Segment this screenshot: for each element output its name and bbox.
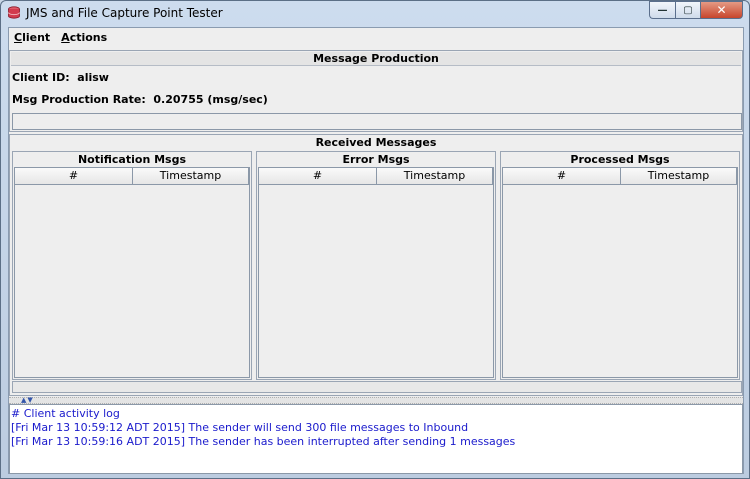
production-rate-label: Msg Production Rate: [12, 93, 146, 106]
collapse-arrows-icon[interactable]: ▲▼ [21, 396, 34, 404]
maximize-button[interactable]: ▢ [675, 1, 700, 19]
column-header-number[interactable]: # [503, 168, 621, 185]
message-production-header: Message Production [11, 52, 741, 66]
activity-log[interactable]: # Client activity log [Fri Mar 13 10:59:… [9, 404, 743, 474]
menu-client-mnemonic: C [14, 31, 23, 44]
error-msgs-title: Error Msgs [342, 153, 410, 166]
processed-msgs-panel: Processed Msgs # Timestamp [500, 151, 740, 380]
processed-msgs-title: Processed Msgs [570, 153, 670, 166]
column-header-number[interactable]: # [15, 168, 133, 185]
menu-actions[interactable]: Actions [56, 28, 113, 48]
minimize-button[interactable]: — [649, 1, 675, 19]
app-window: JMS and File Capture Point Tester — ▢ ✕ … [0, 0, 750, 479]
notification-msgs-table[interactable]: # Timestamp [14, 167, 250, 378]
log-line: [Fri Mar 13 10:59:12 ADT 2015] The sende… [11, 421, 469, 434]
menu-client[interactable]: Client [9, 28, 56, 48]
column-header-timestamp[interactable]: Timestamp [621, 168, 737, 185]
menu-bar: Client Actions [9, 28, 743, 48]
notification-msgs-title: Notification Msgs [77, 153, 187, 166]
horizontal-scrollbar[interactable] [12, 381, 742, 393]
client-id-value: alisw [77, 71, 109, 84]
window-title: JMS and File Capture Point Tester [26, 6, 223, 20]
window-controls: — ▢ ✕ [649, 1, 743, 20]
error-msgs-table[interactable]: # Timestamp [258, 167, 494, 378]
close-icon: ✕ [716, 3, 727, 17]
maximize-icon: ▢ [683, 4, 693, 16]
menu-client-label: lient [22, 31, 51, 44]
close-button[interactable]: ✕ [700, 1, 743, 19]
title-bar[interactable]: JMS and File Capture Point Tester — ▢ ✕ [1, 1, 749, 25]
client-area: Client Actions Message Production Client… [8, 27, 744, 474]
production-rate-line: Msg Production Rate: 0.20755 (msg/sec) [12, 93, 268, 106]
database-icon [8, 6, 20, 19]
production-rate-value: 0.20755 (msg/sec) [153, 93, 268, 106]
table-header: # Timestamp [503, 168, 737, 185]
column-header-timestamp[interactable]: Timestamp [133, 168, 249, 185]
notification-msgs-panel: Notification Msgs # Timestamp [12, 151, 252, 380]
error-msgs-panel: Error Msgs # Timestamp [256, 151, 496, 380]
client-id-line: Client ID: alisw [12, 71, 109, 84]
processed-msgs-table[interactable]: # Timestamp [502, 167, 738, 378]
menu-actions-mnemonic: A [61, 31, 70, 44]
column-header-timestamp[interactable]: Timestamp [377, 168, 493, 185]
table-header: # Timestamp [259, 168, 493, 185]
minimize-icon: — [657, 4, 668, 16]
received-messages-header: Received Messages [11, 136, 741, 150]
split-pane-divider[interactable]: ▲▼ [9, 396, 743, 404]
received-messages-panel: Received Messages Notification Msgs # Ti… [9, 134, 743, 396]
message-production-panel: Message Production Client ID: alisw Msg … [9, 50, 743, 132]
menu-actions-label: ctions [69, 31, 108, 44]
column-header-number[interactable]: # [259, 168, 377, 185]
client-id-label: Client ID: [12, 71, 70, 84]
production-progress-bar [12, 113, 742, 130]
log-line: # Client activity log [11, 407, 120, 420]
table-header: # Timestamp [15, 168, 249, 185]
log-line: [Fri Mar 13 10:59:16 ADT 2015] The sende… [11, 435, 516, 448]
